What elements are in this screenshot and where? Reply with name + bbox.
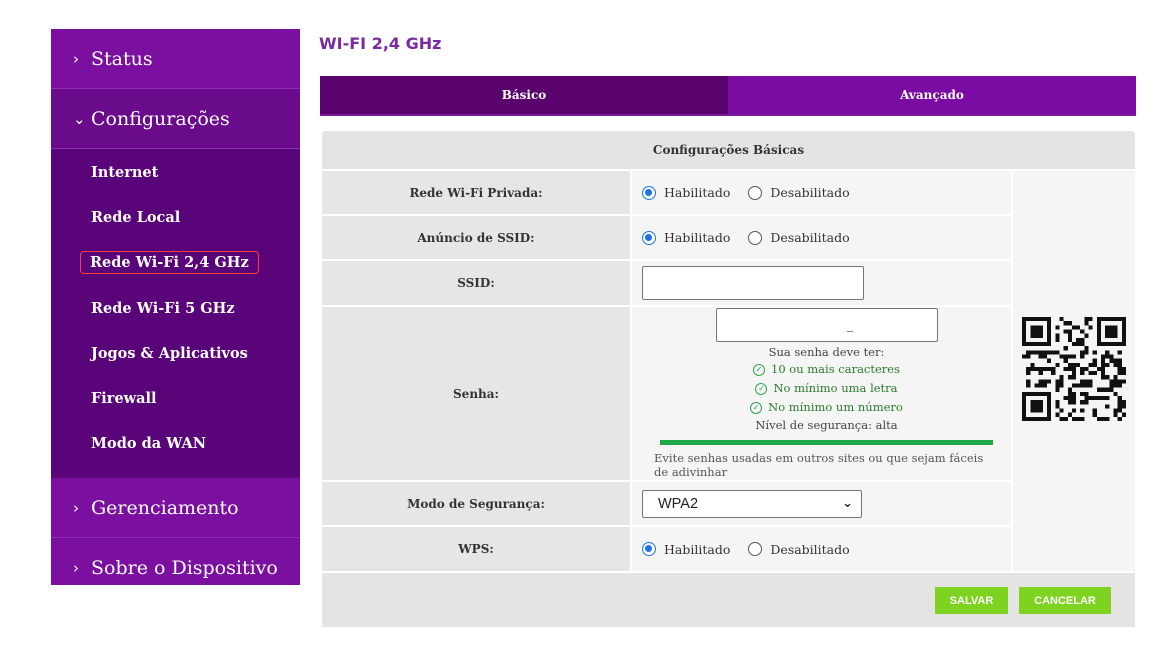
- wps-radio-group: Habilitado Desabilitado: [642, 542, 868, 557]
- chevron-right-icon: ›: [73, 49, 79, 68]
- ssid-announce-label: Anúncio de SSID:: [322, 216, 630, 259]
- security-mode-select[interactable]: WPA2 ⌄: [642, 489, 862, 518]
- private-wifi-radio-group: Habilitado Desabilitado: [642, 185, 868, 200]
- security-mode-value: WPA2 ⌄: [632, 482, 1011, 525]
- radio-label: Habilitado: [664, 185, 731, 200]
- sidebar-item-label: Modo da WAN: [91, 435, 207, 453]
- sidebar-item-label: Rede Wi-Fi 2,4 GHz: [80, 251, 259, 275]
- wps-enabled-radio[interactable]: Habilitado: [642, 542, 730, 557]
- sidebar-item-wifi-5[interactable]: Rede Wi-Fi 5 GHz: [51, 286, 300, 331]
- sidebar-item-label: Firewall: [91, 390, 157, 408]
- row-security-mode: Modo de Segurança: WPA2 ⌄: [322, 482, 1011, 525]
- chevron-right-icon: ›: [73, 498, 79, 517]
- row-password: Senha: Sua senha deve ter: ✓ 10 ou mais c…: [322, 307, 1011, 480]
- row-ssid-announce: Anúncio de SSID: Habilitado Desabilitado: [322, 216, 1011, 259]
- panel-title: Configurações Básicas: [322, 131, 1135, 169]
- password-strength-bar: [660, 440, 993, 445]
- password-req-length: ✓ 10 ou mais caracteres: [753, 360, 900, 379]
- sidebar-item-label: Rede Wi-Fi 5 GHz: [91, 299, 235, 317]
- radio-label: Desabilitado: [770, 230, 850, 245]
- sidebar-sobre-label: Sobre o Dispositivo: [91, 557, 278, 580]
- sidebar-item-label: Internet: [91, 164, 159, 182]
- password-label: Senha:: [322, 307, 630, 480]
- chevron-down-icon: ⌄: [73, 109, 86, 128]
- radio-checked-icon: [642, 185, 656, 200]
- radio-label: Habilitado: [664, 541, 731, 557]
- row-ssid: SSID:: [322, 261, 1011, 305]
- row-wps: WPS: Habilitado Desabilitado: [322, 527, 1011, 571]
- sidebar-configuracoes[interactable]: ⌄ Configurações: [51, 89, 300, 149]
- req-label: 10 ou mais caracteres: [771, 362, 900, 376]
- ssid-label: SSID:: [322, 261, 630, 305]
- sidebar-status-label: Status: [91, 47, 153, 70]
- private-wifi-disabled-radio[interactable]: Desabilitado: [748, 185, 850, 200]
- private-wifi-value: Habilitado Desabilitado: [632, 171, 1011, 214]
- form-footer: SALVAR CANCELAR: [322, 573, 1135, 627]
- sidebar-status[interactable]: › Status: [51, 29, 300, 89]
- sidebar-gerenciamento[interactable]: › Gerenciamento: [51, 478, 300, 539]
- security-mode-label: Modo de Segurança:: [322, 482, 630, 525]
- ssid-announce-enabled-radio[interactable]: Habilitado: [642, 230, 730, 245]
- chevron-down-icon: ⌄: [842, 496, 853, 511]
- sidebar-item-wifi-24[interactable]: Rede Wi-Fi 2,4 GHz: [51, 240, 300, 285]
- sidebar-item-jogos[interactable]: Jogos & Aplicativos: [51, 331, 300, 376]
- radio-unchecked-icon: [748, 185, 763, 200]
- password-value: Sua senha deve ter: ✓ 10 ou mais caracter…: [632, 307, 1011, 480]
- ssid-announce-value: Habilitado Desabilitado: [632, 216, 1011, 259]
- private-wifi-label: Rede Wi-Fi Privada:: [322, 171, 630, 214]
- chevron-right-icon: ›: [73, 559, 79, 578]
- check-circle-icon: ✓: [750, 401, 763, 414]
- sidebar-item-internet[interactable]: Internet: [51, 150, 300, 195]
- wps-value: Habilitado Desabilitado: [632, 527, 1011, 571]
- radio-unchecked-icon: [748, 230, 763, 245]
- tab-bar: Básico Avançado: [320, 76, 1136, 116]
- security-mode-selected: WPA2: [658, 495, 699, 512]
- sidebar-gerenciamento-label: Gerenciamento: [91, 496, 239, 519]
- sidebar: › Status ⌄ Configurações Internet Rede L…: [51, 29, 300, 585]
- cancel-button[interactable]: CANCELAR: [1019, 587, 1111, 614]
- ssid-input[interactable]: [642, 266, 864, 300]
- sidebar-item-rede-local[interactable]: Rede Local: [51, 195, 300, 240]
- password-req-number: ✓ No mínimo um número: [750, 398, 903, 417]
- radio-unchecked-icon: [748, 542, 763, 556]
- qr-column: [1013, 171, 1135, 571]
- radio-label: Habilitado: [664, 230, 731, 245]
- ssid-announce-disabled-radio[interactable]: Desabilitado: [748, 230, 850, 245]
- check-circle-icon: ✓: [755, 382, 768, 395]
- radio-label: Desabilitado: [770, 185, 850, 200]
- sidebar-sobre[interactable]: › Sobre o Dispositivo: [51, 538, 300, 598]
- ssid-announce-radio-group: Habilitado Desabilitado: [642, 230, 868, 245]
- radio-label: Desabilitado: [770, 541, 850, 557]
- password-input[interactable]: [715, 308, 938, 342]
- row-private-wifi: Rede Wi-Fi Privada: Habilitado Desabilit…: [322, 171, 1011, 214]
- page-title: WI-FI 2,4 GHz: [319, 34, 442, 53]
- tab-avancado[interactable]: Avançado: [728, 76, 1136, 114]
- req-label: No mínimo uma letra: [773, 381, 898, 395]
- sidebar-configuracoes-label: Configurações: [91, 107, 230, 130]
- sidebar-item-label: Jogos & Aplicativos: [91, 344, 248, 362]
- sidebar-item-firewall[interactable]: Firewall: [51, 376, 300, 421]
- password-req-letter: ✓ No mínimo uma letra: [755, 379, 898, 398]
- sidebar-item-label: Rede Local: [91, 209, 181, 227]
- password-hint-title: Sua senha deve ter:: [768, 345, 885, 359]
- ssid-value: [632, 261, 1011, 305]
- tab-basico[interactable]: Básico: [320, 76, 728, 114]
- check-circle-icon: ✓: [753, 363, 765, 376]
- sidebar-submenu: Internet Rede Local Rede Wi-Fi 2,4 GHz R…: [51, 149, 300, 479]
- wps-label: WPS:: [322, 527, 630, 571]
- private-wifi-enabled-radio[interactable]: Habilitado: [642, 185, 730, 200]
- qr-code-icon: [1022, 317, 1126, 421]
- req-label: No mínimo um número: [768, 400, 903, 414]
- wps-disabled-radio[interactable]: Desabilitado: [748, 541, 850, 557]
- radio-checked-icon: [642, 542, 656, 556]
- save-button[interactable]: SALVAR: [935, 587, 1008, 614]
- cursor-mark: [846, 331, 853, 332]
- radio-checked-icon: [642, 230, 656, 245]
- password-strength-text: Nível de segurança: alta: [755, 418, 898, 432]
- password-note: Evite senhas usadas em outros sites ou q…: [654, 451, 984, 479]
- sidebar-item-modo-wan[interactable]: Modo da WAN: [51, 421, 300, 466]
